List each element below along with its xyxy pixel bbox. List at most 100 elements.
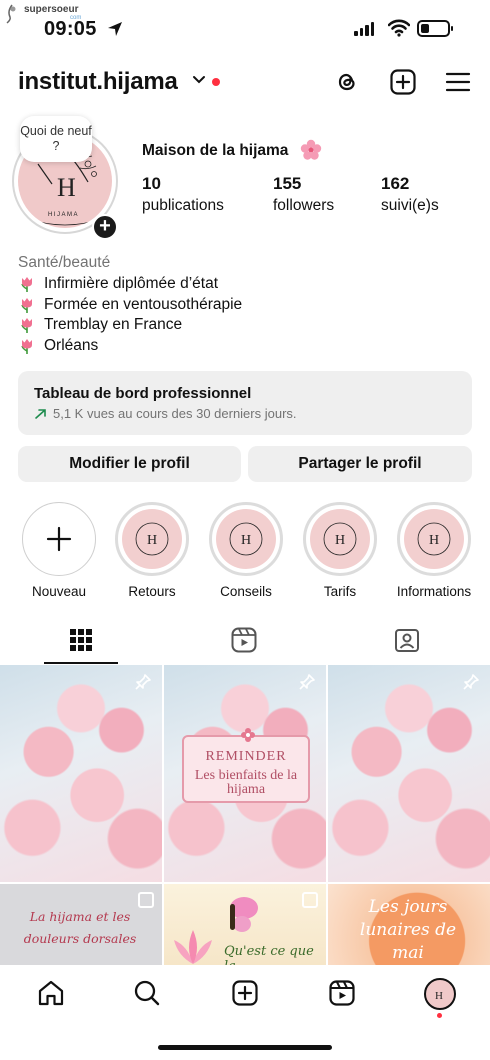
home-icon[interactable]: [37, 979, 65, 1007]
highlight-new[interactable]: Nouveau: [21, 502, 97, 599]
stat-label: followers: [273, 197, 335, 214]
hijama-logo-icon: H: [435, 990, 443, 1002]
svg-text:H: H: [147, 533, 157, 548]
post-tile[interactable]: La hijama et les douleurs dorsales: [0, 884, 162, 965]
menu-icon[interactable]: [444, 68, 472, 96]
create-post-icon[interactable]: [389, 68, 417, 96]
wifi-icon: [388, 19, 410, 37]
highlight-conseils[interactable]: H Conseils: [208, 502, 284, 599]
profile-name: Maison de la hijama: [142, 142, 289, 159]
bio-text: Tremblay en France: [44, 316, 183, 334]
bottom-navigation: H: [0, 965, 490, 1060]
tulip-icon: [21, 338, 32, 354]
tab-reels-icon[interactable]: [230, 626, 258, 654]
dashboard-subtitle: 5,1 K vues au cours des 30 derniers jour…: [34, 406, 456, 421]
reels-icon[interactable]: [328, 979, 356, 1007]
bio-text: Infirmière diplômée d’état: [44, 275, 219, 293]
bio-line: Infirmière diplômée d’état: [18, 274, 478, 295]
create-icon[interactable]: [231, 979, 259, 1007]
svg-text:H: H: [335, 533, 345, 548]
highlight-informations[interactable]: H Informations: [396, 502, 472, 599]
bio-line: Formée en ventousothérapie: [18, 295, 478, 316]
stat-label: suivi(e)s: [381, 197, 439, 214]
highlight-ring: H: [303, 502, 377, 576]
reminder-card: REMINDER Les bienfaits de la hijama: [182, 728, 310, 803]
bio-text: Formée en ventousothérapie: [44, 295, 243, 313]
stat-value: 155: [273, 174, 302, 193]
location-arrow-icon: [108, 22, 122, 36]
stat-followers[interactable]: 155 followers: [273, 174, 334, 215]
avatar-monogram: H: [57, 173, 76, 202]
home-indicator: [158, 1045, 332, 1050]
stat-publications[interactable]: 10 publications: [142, 174, 224, 215]
hijama-logo-icon: H: [323, 522, 357, 556]
highlight-cover: H: [216, 509, 276, 569]
post-caption: Qu'est ce que la: [224, 944, 314, 965]
reminder-title: REMINDER: [205, 749, 287, 764]
post-tile[interactable]: [328, 665, 490, 882]
highlight-retours[interactable]: H Retours: [114, 502, 190, 599]
battery-icon: [417, 20, 453, 37]
add-story-plus-icon[interactable]: +: [92, 214, 118, 240]
flower-icon: [241, 728, 255, 742]
tab-grid-icon[interactable]: [67, 626, 95, 654]
notification-dot: [212, 78, 220, 86]
pin-icon: [463, 674, 479, 690]
status-time: 09:05: [44, 18, 97, 40]
professional-dashboard[interactable]: Tableau de bord professionnel 5,1 K vues…: [18, 371, 472, 435]
highlight-cover: H: [122, 509, 182, 569]
reminder-text: Les bienfaits de la hijama: [194, 768, 298, 797]
share-profile-button[interactable]: Partager le profil: [248, 446, 472, 482]
post-caption: Les jours lunaires de mai: [359, 897, 457, 963]
cherry-blossom-icon: [300, 139, 322, 160]
watermark-logo-icon: [6, 4, 16, 24]
highlight-tarifs[interactable]: H Tarifs: [302, 502, 378, 599]
highlight-ring: H: [397, 502, 471, 576]
hijama-logo-icon: H: [417, 522, 451, 556]
threads-icon[interactable]: [333, 68, 361, 96]
new-highlight-ring: [22, 502, 96, 576]
hijama-logo-icon: H: [135, 522, 169, 556]
profile-category: Santé/beauté: [18, 254, 111, 271]
bio-line: Tremblay en France: [18, 315, 478, 336]
chevron-down-icon[interactable]: [192, 75, 206, 85]
posts-grid: REMINDER Les bienfaits de la hijama La h…: [0, 665, 490, 965]
profile-tab-avatar[interactable]: H: [424, 978, 456, 1010]
dashboard-views: 5,1 K vues au cours des 30 derniers jour…: [53, 406, 297, 421]
carousel-icon: [302, 892, 318, 908]
bio-line: Orléans: [18, 336, 478, 357]
plus-icon: [46, 526, 72, 552]
post-tile[interactable]: [0, 665, 162, 882]
stat-following[interactable]: 162 suivi(e)s: [381, 174, 439, 215]
trend-up-arrow-icon: [35, 408, 46, 419]
stat-label: publications: [142, 197, 224, 214]
edit-profile-button[interactable]: Modifier le profil: [18, 446, 241, 482]
svg-text:H: H: [435, 990, 443, 1002]
hijama-logo-icon: H: [229, 522, 263, 556]
stat-value: 162: [381, 174, 410, 193]
profile-header: institut.hijama: [18, 62, 472, 102]
highlight-label: Tarifs: [323, 584, 357, 599]
post-caption: La hijama et les douleurs dorsales: [23, 909, 137, 946]
highlight-cover: H: [310, 509, 370, 569]
svg-text:H: H: [241, 533, 251, 548]
notification-dot: [437, 1013, 442, 1018]
highlight-label: Informations: [396, 584, 472, 599]
status-bar: supersoeur com 09:05: [0, 0, 490, 50]
highlight-label: Retours: [128, 584, 176, 599]
highlight-ring: H: [209, 502, 283, 576]
search-icon[interactable]: [133, 979, 161, 1007]
tulip-icon: [21, 297, 32, 313]
tulip-icon: [21, 277, 32, 293]
post-tile[interactable]: Les jours lunaires de mai: [328, 884, 490, 965]
highlight-ring: H: [115, 502, 189, 576]
tab-tagged-icon[interactable]: [393, 626, 421, 654]
active-tab-indicator: [44, 662, 118, 664]
post-tile[interactable]: REMINDER Les bienfaits de la hijama: [164, 665, 326, 882]
lotus-icon: [174, 930, 212, 964]
note-bubble[interactable]: Quoi de neuf ?: [20, 116, 92, 162]
username-switcher[interactable]: institut.hijama: [18, 68, 178, 96]
highlight-cover: H: [404, 509, 464, 569]
post-tile[interactable]: Qu'est ce que la: [164, 884, 326, 965]
stat-value: 10: [142, 174, 161, 193]
